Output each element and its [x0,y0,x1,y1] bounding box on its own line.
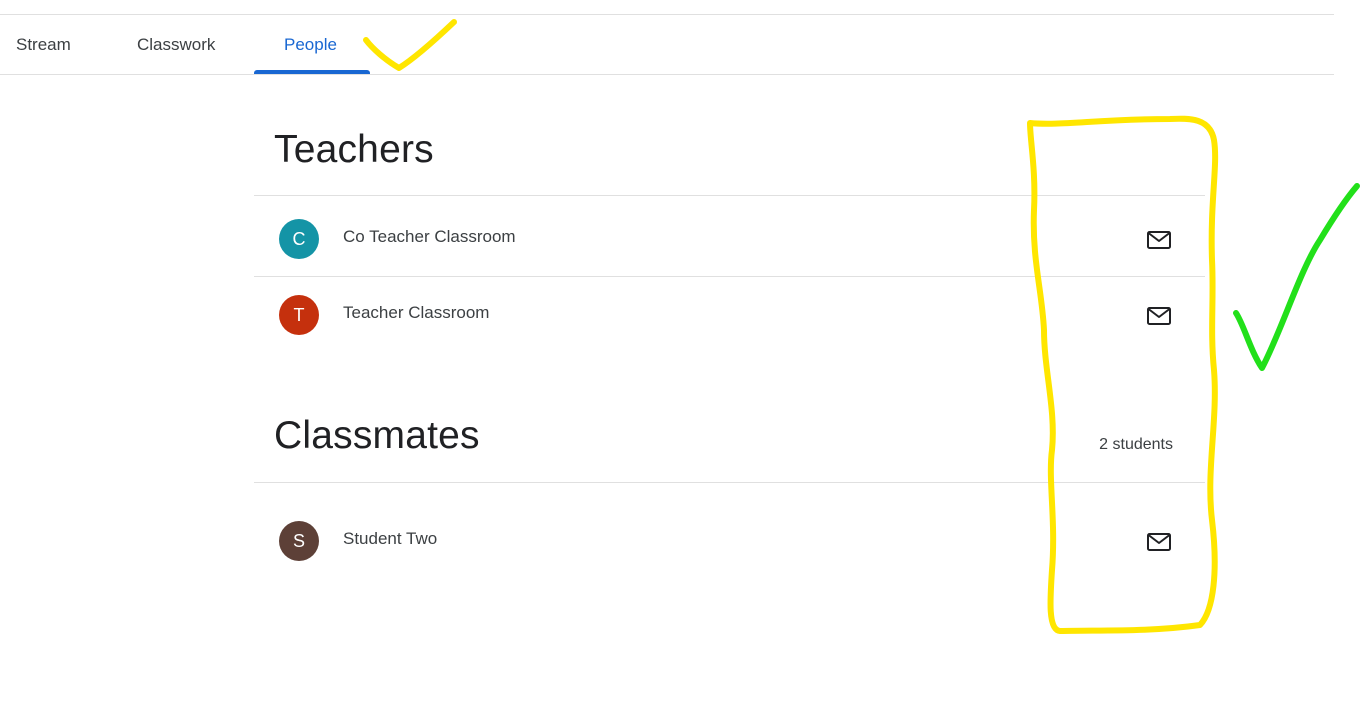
email-teacher-button[interactable] [1140,226,1178,254]
teacher-name: Teacher Classroom [343,303,490,322]
tab-stream[interactable]: Stream [16,15,71,74]
mail-icon [1147,231,1171,249]
teachers-heading: Teachers [274,128,434,171]
active-tab-indicator [254,70,370,74]
student-count: 2 students [1099,436,1173,453]
student-name: Student Two [343,529,438,548]
section-divider [254,195,1205,196]
avatar: C [279,219,319,259]
teacher-row: T Teacher Classroom [254,276,1205,352]
green-check-mark [1233,183,1360,371]
email-teacher-button[interactable] [1140,302,1178,330]
email-student-button[interactable] [1140,528,1178,556]
section-divider [254,482,1205,483]
teacher-row: C Co Teacher Classroom [254,200,1205,276]
teacher-name: Co Teacher Classroom [343,227,516,246]
annotation-overlay [363,19,1360,634]
mail-icon [1147,533,1171,551]
classmates-heading: Classmates [274,414,480,457]
avatar: S [279,521,319,561]
avatar: T [279,295,319,335]
class-tabs: Stream Classwork People [0,15,1334,75]
tab-people[interactable]: People [284,15,337,74]
mail-icon [1147,307,1171,325]
tab-classwork[interactable]: Classwork [137,15,215,74]
student-row: S Student Two [254,502,1205,578]
